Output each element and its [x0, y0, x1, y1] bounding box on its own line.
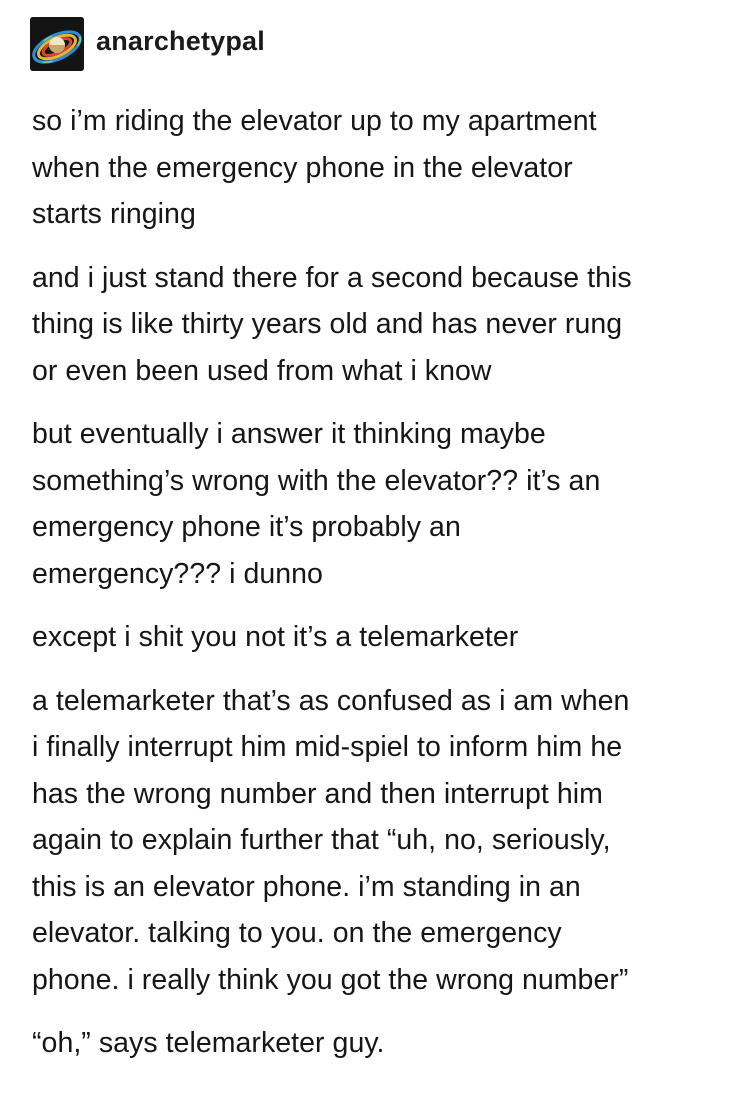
post-paragraph: a telemarketer that’s as confused as i a…: [32, 684, 630, 996]
tumblr-post: anarchetypal so i’m riding the elevator …: [0, 0, 746, 1107]
post-paragraph: and i just stand there for a second beca…: [32, 261, 632, 387]
post-paragraph: “oh,” says telemarketer guy.: [32, 1027, 385, 1059]
post-body: so i’m riding the elevator up to my apar…: [32, 98, 722, 1084]
planet-avatar-icon: [30, 17, 84, 71]
username[interactable]: anarchetypal: [96, 27, 265, 55]
post-paragraph: except i shit you not it’s a telemarkete…: [32, 621, 519, 653]
avatar[interactable]: [30, 17, 84, 71]
post-paragraph: so i’m riding the elevator up to my apar…: [32, 105, 597, 230]
post-paragraph: but eventually i answer it thinking mayb…: [32, 418, 601, 590]
post-header: anarchetypal: [30, 17, 265, 71]
